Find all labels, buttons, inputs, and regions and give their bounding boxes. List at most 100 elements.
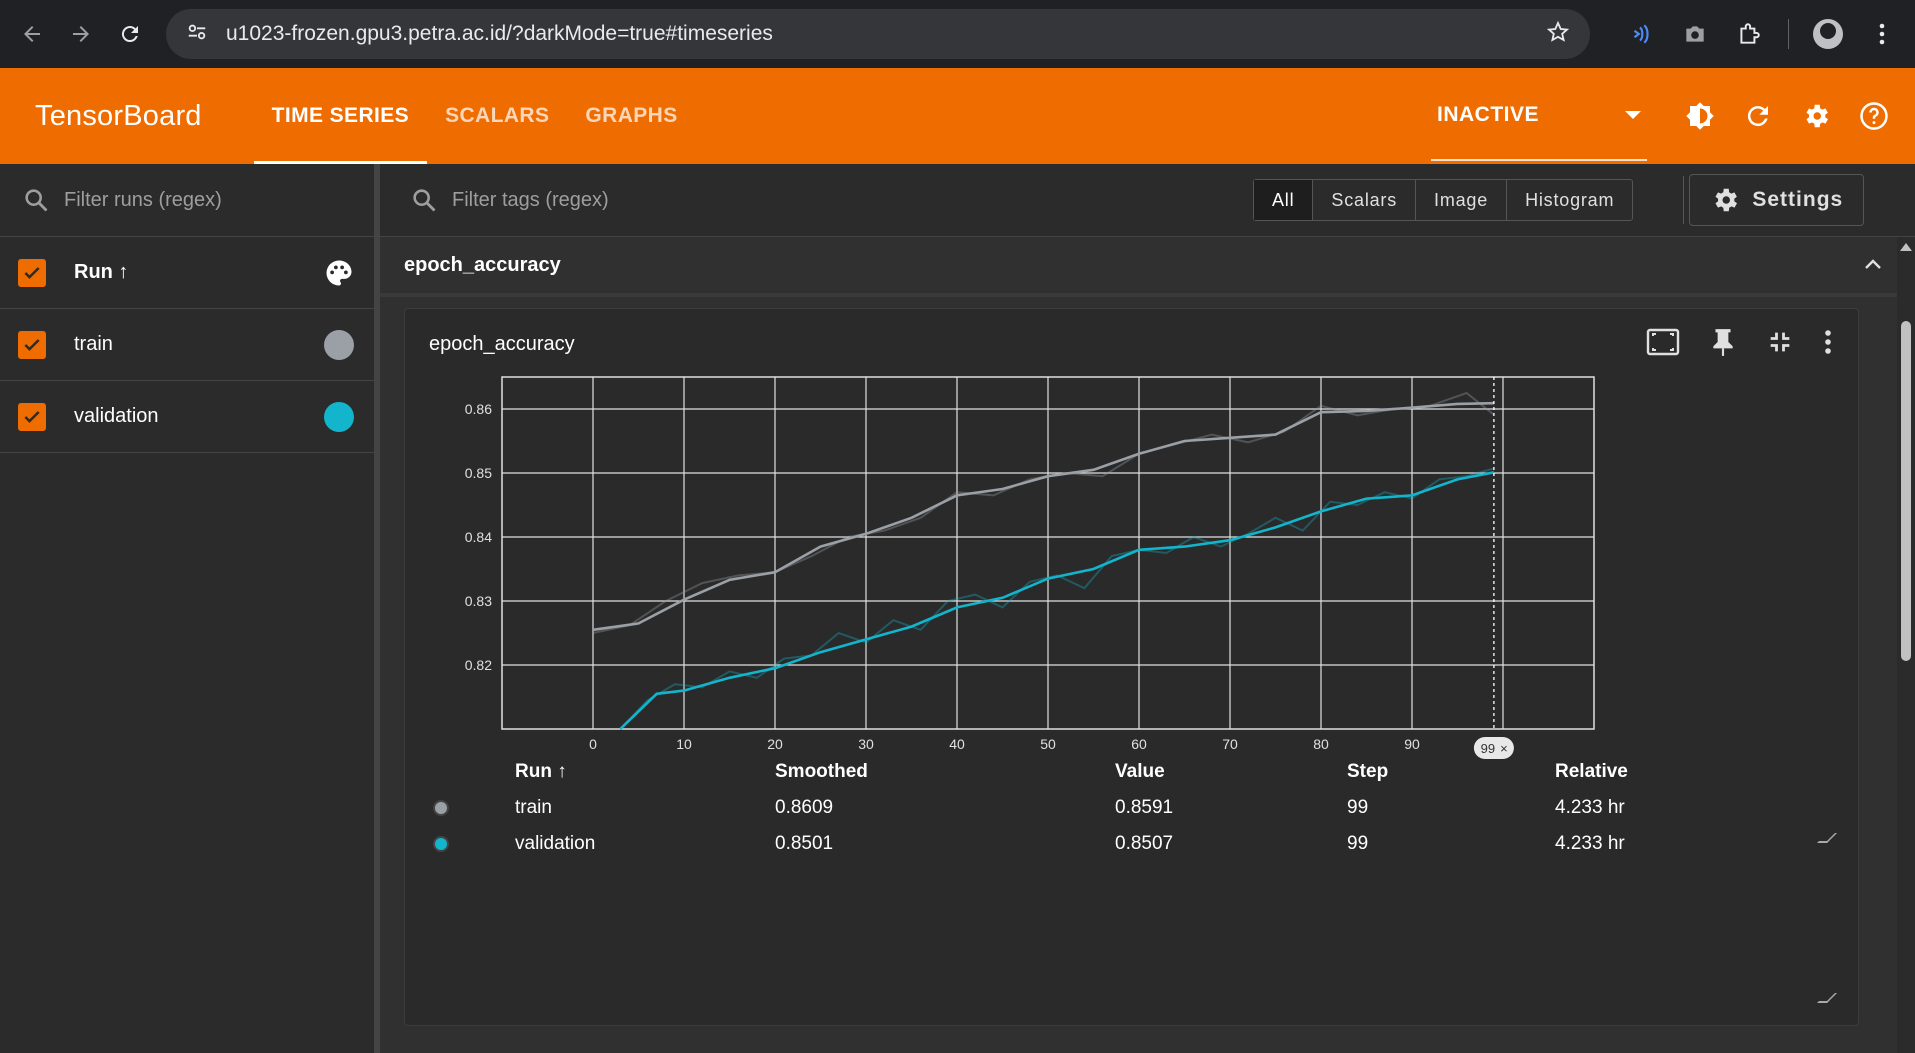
tensorboard-header: TensorBoard TIME SERIES SCALARS GRAPHS I… (0, 68, 1915, 164)
help-icon[interactable] (1859, 101, 1889, 131)
profile-avatar[interactable] (1812, 19, 1843, 49)
y-tick-label: 0.83 (465, 593, 492, 609)
forward-icon[interactable] (67, 17, 94, 51)
theme-toggle-icon[interactable] (1685, 101, 1715, 131)
run-row-validation[interactable]: validation (0, 381, 374, 453)
run-checkbox-validation[interactable] (18, 402, 46, 431)
legend-header-value: Value (1115, 761, 1165, 782)
check-icon (24, 338, 40, 351)
select-all-checkbox[interactable] (18, 258, 46, 287)
x-tick-label: 0 (589, 736, 597, 752)
tab-time-series[interactable]: TIME SERIES (253, 68, 428, 164)
x-tick-label: 70 (1222, 736, 1238, 752)
address-bar[interactable]: u1023-frozen.gpu3.petra.ac.id/?darkMode=… (165, 9, 1590, 59)
browser-toolbar: u1023-frozen.gpu3.petra.ac.id/?darkMode=… (0, 0, 1915, 68)
tags-filter[interactable]: Filter tags (regex) (410, 186, 1253, 214)
x-tick-label: 80 (1313, 736, 1329, 752)
site-settings-icon[interactable] (186, 21, 208, 48)
y-tick-label: 0.84 (465, 529, 492, 545)
legend-relative-train: 4.233 hr (1555, 797, 1625, 818)
run-color-swatch-train[interactable] (324, 329, 354, 360)
back-icon[interactable] (18, 17, 45, 51)
runs-filter-placeholder[interactable]: Filter runs (regex) (64, 189, 222, 212)
legend-smoothed-train: 0.8609 (775, 797, 834, 818)
type-image-button[interactable]: Image (1416, 180, 1508, 220)
fit-domain-icon[interactable] (1646, 327, 1680, 357)
group-title: epoch_accuracy (404, 253, 561, 276)
card-resize-handle[interactable] (1817, 993, 1837, 1003)
pin-icon[interactable] (1710, 327, 1736, 357)
main-content: Filter tags (regex) All Scalars Image Hi… (380, 164, 1915, 1053)
scalar-card: epoch_accuracy 0 10 20 30 40 50 60 70 80 90 0.82 0.… (404, 308, 1859, 1026)
type-scalars-button[interactable]: Scalars (1313, 180, 1417, 220)
run-name-validation: validation (74, 405, 159, 427)
gear-icon (1715, 188, 1738, 212)
collapse-icon[interactable] (1766, 328, 1794, 356)
reload-status-select[interactable]: INACTIVE (1431, 71, 1647, 161)
refresh-icon[interactable] (1743, 101, 1773, 131)
toolbar-divider (1683, 176, 1684, 224)
tab-graphs[interactable]: GRAPHS (567, 68, 695, 164)
legend-value-train: 0.8591 (1115, 797, 1174, 818)
card-title: epoch_accuracy (429, 333, 575, 355)
legend-step-validation: 99 (1347, 833, 1369, 854)
legend-dot-validation (433, 836, 449, 852)
tab-scalars[interactable]: SCALARS (427, 68, 567, 164)
run-checkbox-train[interactable] (18, 330, 46, 359)
x-tick-label: 20 (767, 736, 783, 752)
runs-sidebar: Filter runs (regex) Run ↑ train validati… (0, 164, 380, 1053)
settings-button[interactable]: Settings (1689, 174, 1865, 226)
group-header[interactable]: epoch_accuracy (380, 237, 1915, 297)
x-tick-label: 30 (858, 736, 874, 752)
legend-row-validation: validation 0.8501 0.8507 99 4.233 hr (405, 829, 1858, 859)
gear-icon[interactable] (1801, 101, 1831, 131)
search-icon (25, 189, 48, 212)
x-tick-label: 10 (676, 736, 692, 752)
legend-run-validation: validation (515, 833, 596, 854)
tag-toolbar: Filter tags (regex) All Scalars Image Hi… (380, 164, 1915, 237)
content-scrollbar[interactable] (1897, 237, 1915, 1053)
runs-filter[interactable]: Filter runs (regex) (0, 164, 374, 237)
chevron-up-icon[interactable] (1861, 253, 1885, 277)
y-tick-label: 0.85 (465, 465, 492, 481)
scrollbar-thumb[interactable] (1901, 321, 1911, 661)
check-icon (24, 410, 40, 423)
legend-smoothed-validation: 0.8501 (775, 833, 834, 854)
run-row-train[interactable]: train (0, 309, 374, 381)
url-text[interactable]: u1023-frozen.gpu3.petra.ac.id/?darkMode=… (226, 22, 1528, 46)
x-tick-label: 90 (1404, 736, 1420, 752)
toolbar-divider (1787, 19, 1789, 49)
camera-icon[interactable] (1680, 19, 1710, 49)
close-icon[interactable]: × (1500, 741, 1508, 756)
run-column-header[interactable]: Run ↑ (74, 261, 324, 284)
y-tick-label: 0.86 (465, 401, 492, 417)
legend-value-validation: 0.8507 (1115, 833, 1174, 854)
y-tick-label: 0.82 (465, 657, 492, 673)
palette-icon[interactable] (324, 258, 354, 288)
scroll-up-arrow[interactable] (1900, 243, 1912, 251)
extensions-icon[interactable] (1734, 19, 1764, 49)
bookmark-star-icon[interactable] (1546, 20, 1570, 49)
tags-filter-placeholder[interactable]: Filter tags (regex) (452, 189, 609, 212)
type-all-button[interactable]: All (1254, 180, 1314, 220)
type-histogram-button[interactable]: Histogram (1507, 180, 1632, 220)
x-tick-label: 50 (1040, 736, 1056, 752)
read-aloud-icon[interactable] (1626, 19, 1656, 49)
line-chart[interactable]: 0 10 20 30 40 50 60 70 80 90 0.82 0.83 0.84 0.85 0.86 9… (405, 359, 1860, 759)
legend-run-train: train (515, 797, 552, 818)
legend-header-relative: Relative (1555, 761, 1628, 782)
reload-icon[interactable] (117, 17, 144, 51)
legend-header-run[interactable]: Run ↑ (515, 761, 567, 783)
legend-header-row: Run ↑ Smoothed Value Step Relative (405, 757, 1858, 787)
reload-status-label: INACTIVE (1437, 103, 1540, 126)
legend-relative-validation: 4.233 hr (1555, 833, 1625, 854)
search-icon (413, 189, 436, 212)
x-tick-label: 40 (949, 736, 965, 752)
more-vert-icon[interactable] (1824, 329, 1832, 355)
plot-type-toggle: All Scalars Image Histogram (1253, 179, 1634, 221)
run-color-swatch-validation[interactable] (324, 401, 354, 432)
brand-title: TensorBoard (35, 99, 202, 132)
kebab-menu-icon[interactable] (1867, 19, 1897, 49)
legend-header-step: Step (1347, 761, 1389, 782)
settings-label: Settings (1752, 188, 1844, 211)
